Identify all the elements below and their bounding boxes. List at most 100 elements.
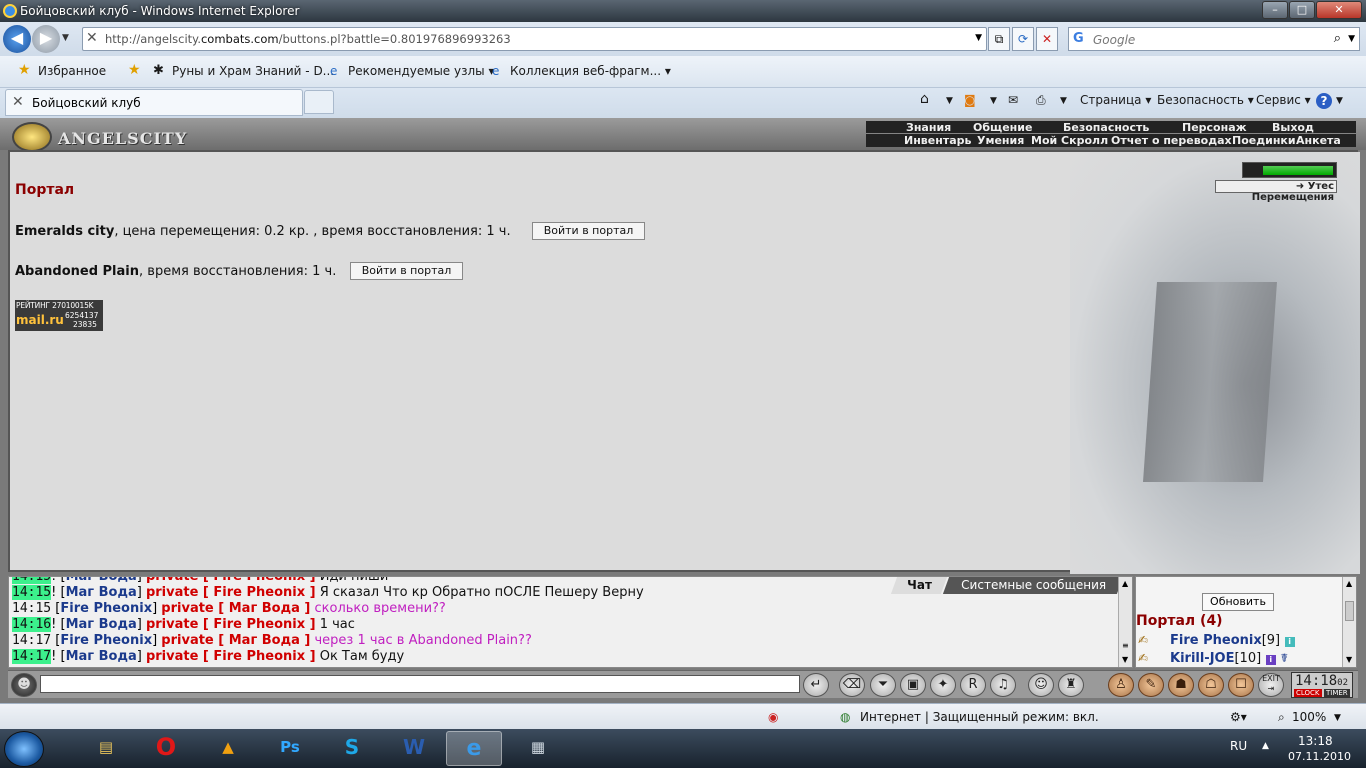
- search-icon[interactable]: ⌕: [1334, 31, 1341, 46]
- menu-security[interactable]: Безопасность: [1063, 121, 1149, 134]
- menu-my-scroll[interactable]: Мой Скролл: [1031, 134, 1108, 147]
- zoom-level[interactable]: 100%: [1292, 710, 1326, 724]
- skype-taskbar-icon[interactable]: S: [324, 731, 380, 766]
- refresh-icon[interactable]: ⟳: [1012, 27, 1034, 51]
- calculator-taskbar-icon[interactable]: ▦: [510, 731, 566, 766]
- chat-scrollbar[interactable]: ▲ ≡ ▼: [1118, 577, 1132, 667]
- enter-portal-button-1[interactable]: Войти в портал: [532, 222, 645, 240]
- menu-character[interactable]: Персонаж: [1182, 121, 1247, 134]
- menu-knowledge[interactable]: Знания: [906, 121, 951, 134]
- location-link-button[interactable]: ➜ Утес Перемещения: [1215, 180, 1337, 203]
- site-logo[interactable]: ANGELSCITY: [12, 122, 186, 152]
- enter-portal-button-2[interactable]: Войти в портал: [350, 262, 463, 280]
- menu-fights[interactable]: Поединки: [1232, 134, 1296, 147]
- tab-active[interactable]: ✕ Бойцовский клуб: [5, 89, 303, 116]
- zoom-icon[interactable]: ⌕: [1278, 710, 1285, 725]
- mail-icon[interactable]: ✉: [1008, 93, 1018, 107]
- bag-icon[interactable]: ☐: [1228, 673, 1254, 697]
- home-dropdown-icon[interactable]: ▼: [946, 96, 953, 106]
- opera-taskbar-icon[interactable]: O: [138, 731, 194, 766]
- fighter-icon[interactable]: ✦: [930, 673, 956, 697]
- translit-icon[interactable]: R: [960, 673, 986, 697]
- zoom-dropdown-icon[interactable]: ▼: [1334, 713, 1341, 723]
- search-dropdown-icon[interactable]: ▼: [1348, 34, 1355, 44]
- chat-private-recipient[interactable]: private [ Fire Pheonix ]: [146, 585, 316, 600]
- helmet-icon[interactable]: ♜: [1058, 673, 1084, 697]
- chat-sender[interactable]: Fire Pheonix: [60, 601, 152, 616]
- chat-sender[interactable]: Маг Вода: [66, 617, 137, 632]
- close-button[interactable]: ✕: [1316, 1, 1362, 19]
- favorite-link-runes[interactable]: Руны и Храм Знаний - D...: [172, 64, 334, 78]
- home-icon[interactable]: ⌂: [920, 91, 929, 107]
- save-chat-icon[interactable]: ▣: [900, 673, 926, 697]
- chat-private-recipient[interactable]: private [ Fire Pheonix ]: [146, 577, 316, 584]
- chat-timestamp[interactable]: 14:15: [12, 577, 52, 584]
- protected-mode-icon[interactable]: ⚙▾: [1230, 710, 1247, 724]
- chat-private-recipient[interactable]: private [ Fire Pheonix ]: [146, 649, 316, 664]
- new-tab-button[interactable]: [304, 90, 334, 114]
- forward-button[interactable]: ▶: [32, 25, 60, 53]
- chat-private-recipient[interactable]: private [ Fire Pheonix ]: [146, 617, 316, 632]
- private-message-icon[interactable]: ✍: [1138, 633, 1158, 647]
- help-dropdown-icon[interactable]: ▼: [1336, 96, 1343, 106]
- chat-mode-icon[interactable]: ☻: [11, 673, 37, 697]
- favorite-link-suggested[interactable]: Рекомендуемые узлы ▾: [348, 64, 494, 78]
- language-indicator[interactable]: RU: [1230, 739, 1247, 753]
- start-button[interactable]: [4, 731, 44, 767]
- privacy-icon[interactable]: ◉: [768, 710, 778, 724]
- menu-inventory[interactable]: Инвентарь: [904, 134, 971, 147]
- private-message-icon[interactable]: ✍: [1138, 651, 1158, 665]
- exit-icon[interactable]: EXIT ⇥: [1258, 673, 1284, 697]
- user-fire-pheonix[interactable]: Fire Pheonix[9] i: [1170, 633, 1295, 648]
- mask-icon[interactable]: ☗: [1168, 673, 1194, 697]
- rss-icon[interactable]: ◙: [964, 93, 976, 107]
- photoshop-taskbar-icon[interactable]: Ps: [262, 731, 318, 766]
- chat-timestamp[interactable]: 14:17: [12, 633, 51, 648]
- sound-icon[interactable]: ♫: [990, 673, 1016, 697]
- chat-sender[interactable]: Маг Вода: [66, 577, 137, 584]
- search-box[interactable]: G Google ⌕ ▼: [1068, 27, 1360, 51]
- potion-icon[interactable]: ♙: [1108, 673, 1134, 697]
- armor-icon[interactable]: ☖: [1198, 673, 1224, 697]
- menu-skills[interactable]: Умения: [977, 134, 1024, 147]
- menu-exit[interactable]: Выход: [1272, 121, 1314, 134]
- service-menu[interactable]: Сервис ▾: [1256, 93, 1311, 107]
- chat-timestamp[interactable]: 14:15: [12, 585, 52, 600]
- favorite-link-webslices[interactable]: Коллекция веб-фрагм... ▾: [510, 64, 671, 78]
- print-icon[interactable]: ⎙: [1036, 93, 1046, 108]
- clock-time[interactable]: 13:18: [1298, 734, 1333, 748]
- clock-date[interactable]: 07.11.2010: [1288, 750, 1351, 763]
- smiley-icon[interactable]: ☺: [1028, 673, 1054, 697]
- help-icon[interactable]: ?: [1316, 93, 1332, 109]
- send-icon[interactable]: ↵: [803, 673, 829, 697]
- address-bar[interactable]: ✕ http://angelscity.combats.com/buttons.…: [82, 27, 987, 51]
- chat-timestamp[interactable]: 14:15: [12, 601, 51, 616]
- maximize-button[interactable]: □: [1289, 1, 1315, 19]
- mailru-rating-counter[interactable]: РЕЙТИНГ 27010015K mail.ru 6254137 23835: [15, 300, 103, 331]
- favorites-button[interactable]: Избранное: [38, 64, 106, 78]
- compatibility-icon[interactable]: ⧉: [988, 27, 1010, 51]
- chat-input[interactable]: [40, 675, 800, 693]
- back-button[interactable]: ◀: [3, 25, 31, 53]
- refresh-button[interactable]: Обновить: [1202, 593, 1274, 611]
- user-kirill-joe[interactable]: Kirill-JOE[10] i ☤: [1170, 651, 1288, 666]
- rss-dropdown-icon[interactable]: ▼: [990, 96, 997, 106]
- history-dropdown-icon[interactable]: ▼: [62, 33, 69, 43]
- menu-transfers[interactable]: Отчет о переводах: [1111, 134, 1232, 147]
- word-taskbar-icon[interactable]: W: [386, 731, 442, 766]
- security-zone-text[interactable]: Интернет | Защищенный режим: вкл.: [860, 710, 1099, 724]
- menu-profile[interactable]: Анкета: [1296, 134, 1341, 147]
- chat-timestamp[interactable]: 14:16: [12, 617, 52, 632]
- chat-sender[interactable]: Fire Pheonix: [60, 633, 152, 648]
- filter-icon[interactable]: ⏷: [870, 673, 896, 697]
- tab-chat[interactable]: Чат: [890, 577, 948, 594]
- search-input[interactable]: Google: [1093, 33, 1135, 47]
- tray-expand-icon[interactable]: ▲: [1262, 741, 1269, 751]
- chat-private-recipient[interactable]: private [ Маг Вода ]: [161, 633, 310, 648]
- scroll-icon[interactable]: ✎: [1138, 673, 1164, 697]
- security-menu[interactable]: Безопасность ▾: [1157, 93, 1254, 107]
- aimp-taskbar-icon[interactable]: ▲: [200, 731, 256, 766]
- page-menu[interactable]: Страница ▾: [1080, 93, 1151, 107]
- ie-taskbar-icon[interactable]: e: [446, 731, 502, 766]
- chat-private-recipient[interactable]: private [ Маг Вода ]: [161, 601, 310, 616]
